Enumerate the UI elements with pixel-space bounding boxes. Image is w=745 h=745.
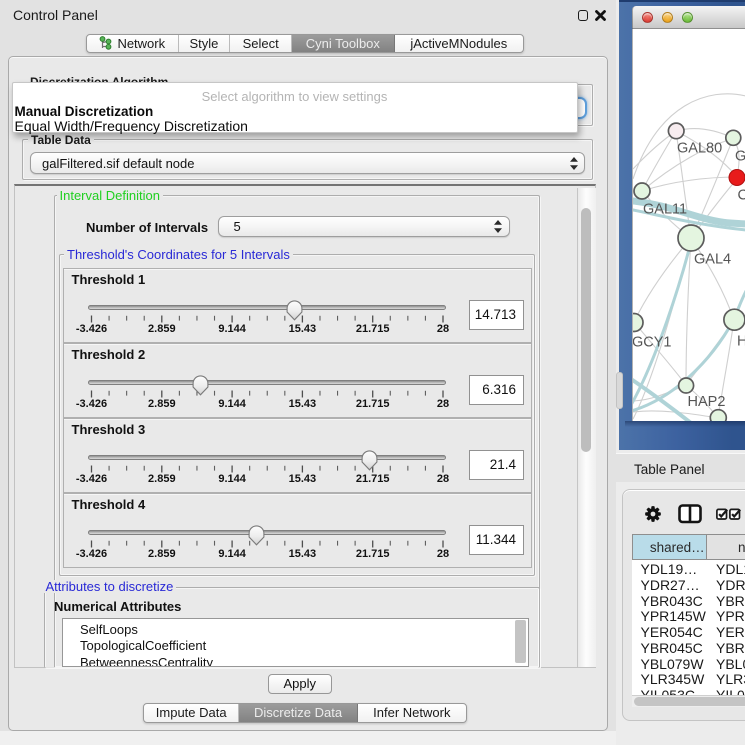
svg-text:GAL80: GAL80 (677, 140, 722, 156)
svg-text:GAL11: GAL11 (643, 201, 687, 217)
svg-text:H: H (737, 333, 745, 349)
svg-text:HAP2: HAP2 (688, 394, 726, 410)
svg-text:C: C (738, 187, 745, 203)
svg-text:GCY1: GCY1 (633, 334, 672, 350)
svg-text:GAL4: GAL4 (694, 251, 731, 267)
svg-text:GA: GA (735, 148, 745, 164)
